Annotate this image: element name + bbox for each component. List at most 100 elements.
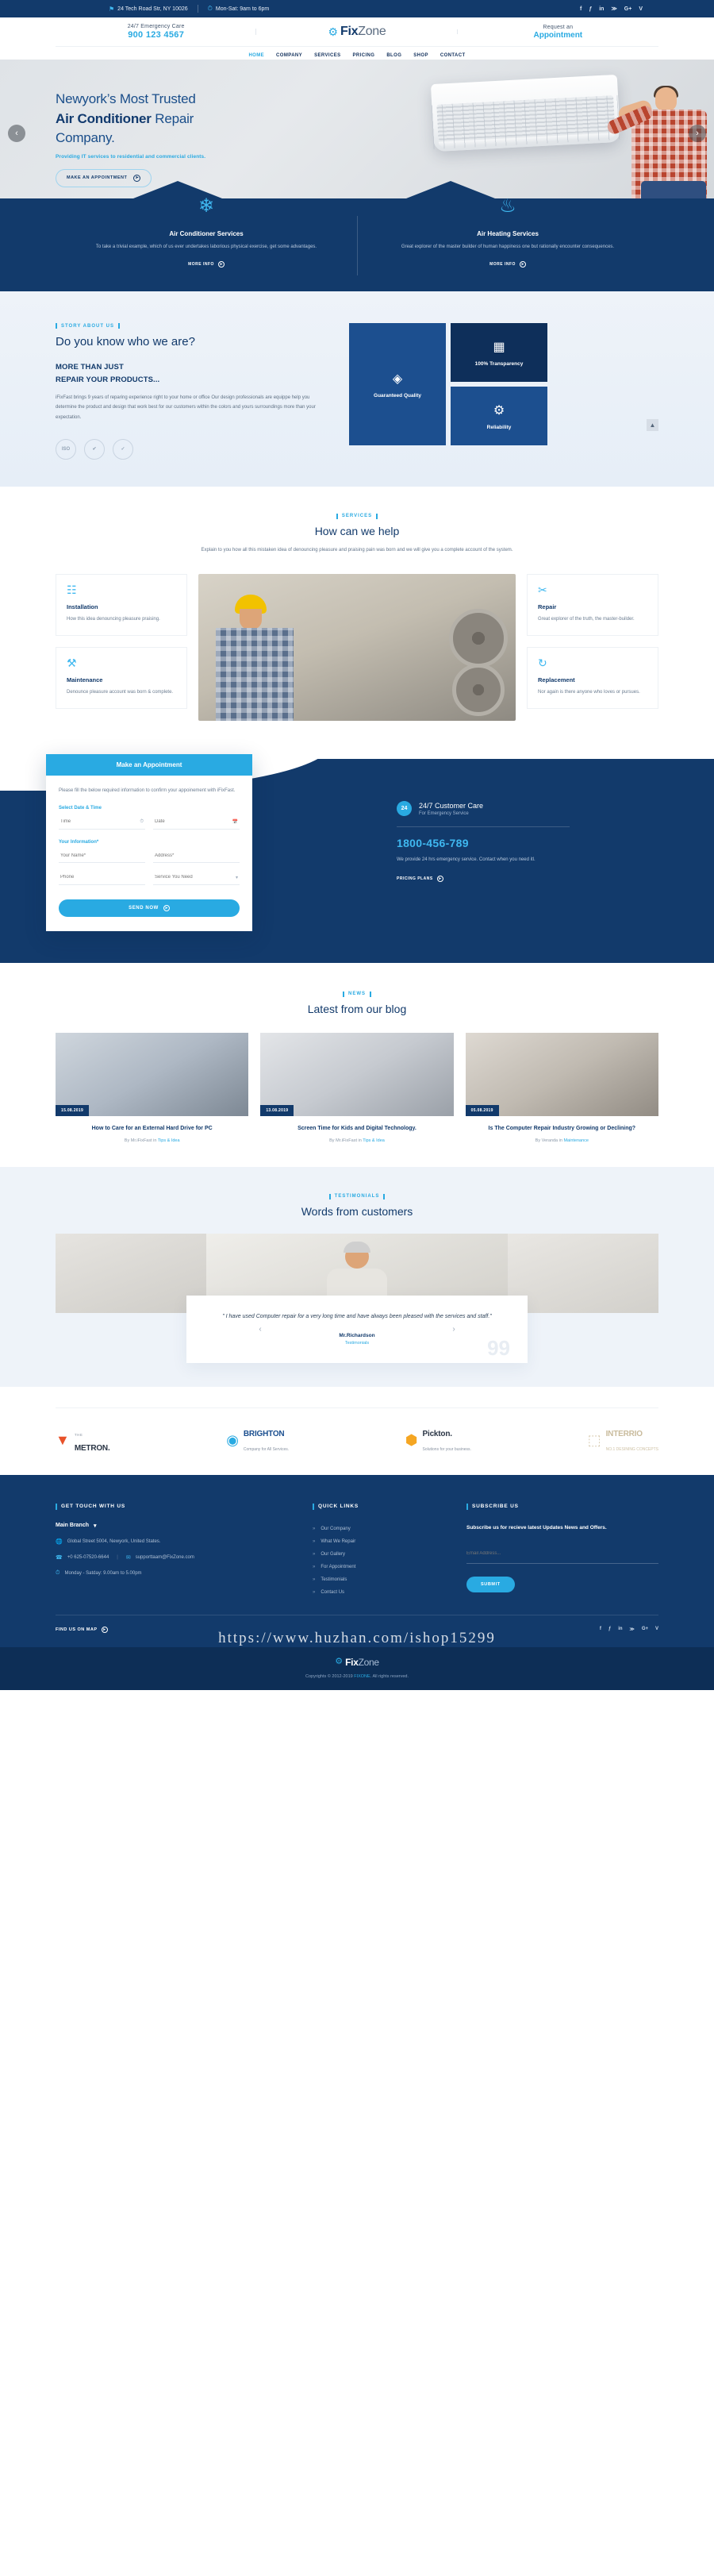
metron-mark-icon: ▼: [56, 1431, 70, 1448]
blog-post-title[interactable]: How to Care for an External Hard Drive f…: [56, 1124, 248, 1134]
footer-email-field[interactable]: [466, 1544, 658, 1564]
hero-next-arrow[interactable]: ›: [689, 125, 706, 142]
meta-by: By: [535, 1138, 542, 1143]
service-more-info-link[interactable]: MORE INFO ➤: [188, 261, 225, 268]
blog-post-card[interactable]: 13.08.2019 Screen Time for Kids and Digi…: [260, 1032, 454, 1143]
footer-branch-selector[interactable]: Main Branch ▾: [56, 1523, 294, 1529]
request-label: Request an: [543, 24, 574, 30]
social-rss-icon[interactable]: ≫: [611, 6, 616, 12]
fixzone-logo-icon: ⚙: [328, 25, 339, 38]
nav-item-shop[interactable]: SHOP: [413, 53, 428, 58]
header-emergency: 24/7 Emergency Care 900 123 4567: [56, 24, 257, 40]
social-vimeo-icon[interactable]: V: [639, 6, 643, 12]
partners-section: ▼ THE METRON. ◉ BRIGHTON Company for All…: [0, 1386, 714, 1475]
appointment-service-field[interactable]: ▾: [153, 871, 240, 885]
blog-post-card[interactable]: 15.08.2019 How to Care for an External H…: [56, 1032, 249, 1143]
service-card-text: Great explorer of the truth, the master-…: [538, 616, 635, 622]
time-input[interactable]: [60, 819, 140, 825]
footer-link-our-company[interactable]: » Our Company: [313, 1523, 447, 1535]
blog-post-category[interactable]: Tips & Idea: [158, 1138, 180, 1143]
site-logo[interactable]: ⚙ FixZone: [256, 25, 458, 39]
social-linkedin-icon[interactable]: in: [599, 6, 604, 12]
service-more-info-link[interactable]: MORE INFO ➤: [489, 261, 526, 268]
blog-post-title[interactable]: Is The Computer Repair Industry Growing …: [466, 1124, 658, 1134]
social-facebook-icon[interactable]: f: [580, 6, 582, 12]
heading-bar: [466, 1503, 468, 1510]
emergency-phone[interactable]: 900 123 4567: [56, 30, 256, 40]
service-card-replacement[interactable]: ↻ Replacement Nor again is there anyone …: [527, 646, 658, 710]
footer-email-text[interactable]: supporttaam@FixZone.com: [136, 1555, 194, 1560]
subscribe-submit-button[interactable]: SUBMIT: [466, 1576, 515, 1592]
social-googleplus-icon[interactable]: G+: [624, 6, 632, 12]
hero-line-1: Newyork’s Most Trusted: [56, 91, 196, 106]
nav-item-blog[interactable]: BLOG: [386, 53, 401, 58]
service-select[interactable]: [155, 875, 236, 880]
arrow-right-icon: ➤: [519, 261, 526, 268]
phone-input[interactable]: [60, 875, 144, 880]
appointment-phone-field[interactable]: [59, 871, 145, 885]
footer-link-what-we-repair[interactable]: » What We Repair: [313, 1535, 447, 1548]
topbar-hours-text: Mon-Sat: 9am to 6pm: [215, 6, 270, 12]
footer-phone-email: ☎ +0 625-07520-6644 | ✉ supporttaam@FixZ…: [56, 1554, 294, 1561]
partner-logo-brighton[interactable]: ◉ BRIGHTON Company for All Services.: [226, 1426, 289, 1454]
footer-link-for-appointment[interactable]: » For Appointment: [313, 1561, 447, 1573]
testimonial-quote-card: " I have used Computer repair for a very…: [186, 1295, 528, 1363]
service-card-text: Great explorer of the master builder of …: [401, 245, 615, 249]
hero-slider: Newyork’s Most Trusted Air Conditioner R…: [0, 60, 714, 198]
partner-logo-pickton[interactable]: ⬢ Pickton. Solutions for your business.: [405, 1426, 471, 1454]
appointment-address-field[interactable]: [153, 849, 240, 863]
about-subheading-line2: REPAIR YOUR PRODUCTS...: [56, 375, 160, 384]
footer-link-contact-us[interactable]: » Contact Us: [313, 1586, 447, 1599]
blog-post-card[interactable]: 05.08.2019 Is The Computer Repair Indust…: [465, 1032, 658, 1143]
nav-item-pricing[interactable]: PRICING: [353, 53, 375, 58]
footer-link-our-gallery[interactable]: » Our Gallery: [313, 1548, 447, 1561]
partner-logo-interrio[interactable]: ⬚ INTERRIO NO.1 DESINING CONCEPTS: [588, 1426, 658, 1454]
service-card-text: Nor again is there anyone who loves or p…: [538, 689, 640, 695]
tile-transparency[interactable]: ▦ 100% Transparency: [451, 323, 547, 383]
phone-icon: ☎: [56, 1554, 63, 1561]
service-card-installation[interactable]: ☷ Installation How this idea denouncing …: [56, 573, 187, 636]
blog-post-title[interactable]: Screen Time for Kids and Digital Technol…: [260, 1124, 453, 1134]
nav-item-company[interactable]: COMPANY: [276, 53, 302, 58]
tile-reliability[interactable]: ⚙ Reliability: [451, 387, 547, 446]
service-card-maintenance[interactable]: ⚒ Maintenance Denounce pleasure account …: [56, 646, 187, 710]
service-card-title: Maintenance: [67, 676, 103, 683]
footer-phone-text[interactable]: +0 625-07520-6644: [67, 1555, 109, 1560]
appointment-time-field[interactable]: ⏱: [59, 815, 145, 830]
certified-badge-icon: ✔: [84, 438, 105, 460]
testimonial-next-arrow[interactable]: ›: [447, 1322, 461, 1336]
blog-post-category[interactable]: Tips & Idea: [363, 1138, 385, 1143]
date-input[interactable]: [155, 819, 232, 825]
care-title: 24/7 Customer Care: [419, 801, 484, 810]
partner-logo-metron[interactable]: ▼ THE METRON.: [56, 1426, 110, 1454]
blog-posts-grid: 15.08.2019 How to Care for an External H…: [56, 1032, 658, 1143]
footer-logo[interactable]: ⚙ FixZone: [0, 1657, 714, 1668]
testimonials-section-header: TESTIMONIALS Words from customers: [56, 1193, 658, 1218]
heading-bar: [313, 1503, 314, 1510]
blog-post-category[interactable]: Maintenance: [563, 1138, 589, 1143]
appointment-info-label: Your Information*: [59, 839, 99, 845]
social-twitter-icon[interactable]: ƒ: [589, 6, 592, 12]
footer-link-testimonials[interactable]: » Testimonials: [313, 1573, 447, 1586]
nav-item-home[interactable]: HOME: [248, 53, 264, 58]
pricing-plans-link[interactable]: PRICING PLANS ➤: [397, 876, 443, 883]
nav-item-services[interactable]: SERVICES: [314, 53, 340, 58]
appointment-date-field[interactable]: 📅: [153, 815, 240, 830]
send-now-button[interactable]: SEND NOW ➤: [59, 899, 240, 917]
hero-subtitle: Providing IT services to residential and…: [56, 153, 206, 160]
transparency-icon: ▦: [493, 340, 505, 354]
tile-guaranteed-quality[interactable]: ◈ Guaranteed Quality: [349, 323, 446, 446]
scroll-to-top-button[interactable]: ▲: [647, 418, 658, 431]
address-input[interactable]: [155, 853, 238, 858]
nav-item-contact[interactable]: CONTACT: [440, 53, 466, 58]
clock-icon: ⏱: [56, 1569, 60, 1576]
fixzone-logo-icon: ⚙: [335, 1657, 344, 1667]
testimonial-prev-arrow[interactable]: ‹: [253, 1322, 267, 1336]
service-card-repair[interactable]: ✂ Repair Great explorer of the truth, th…: [527, 573, 658, 636]
care-phone-number[interactable]: 1800-456-789: [397, 837, 570, 849]
subscribe-email-input[interactable]: [466, 1550, 658, 1556]
name-input[interactable]: [60, 853, 144, 858]
request-appointment-link[interactable]: Appointment: [458, 31, 658, 40]
hero-prev-arrow[interactable]: ‹: [8, 125, 25, 142]
appointment-name-field[interactable]: [59, 849, 145, 863]
